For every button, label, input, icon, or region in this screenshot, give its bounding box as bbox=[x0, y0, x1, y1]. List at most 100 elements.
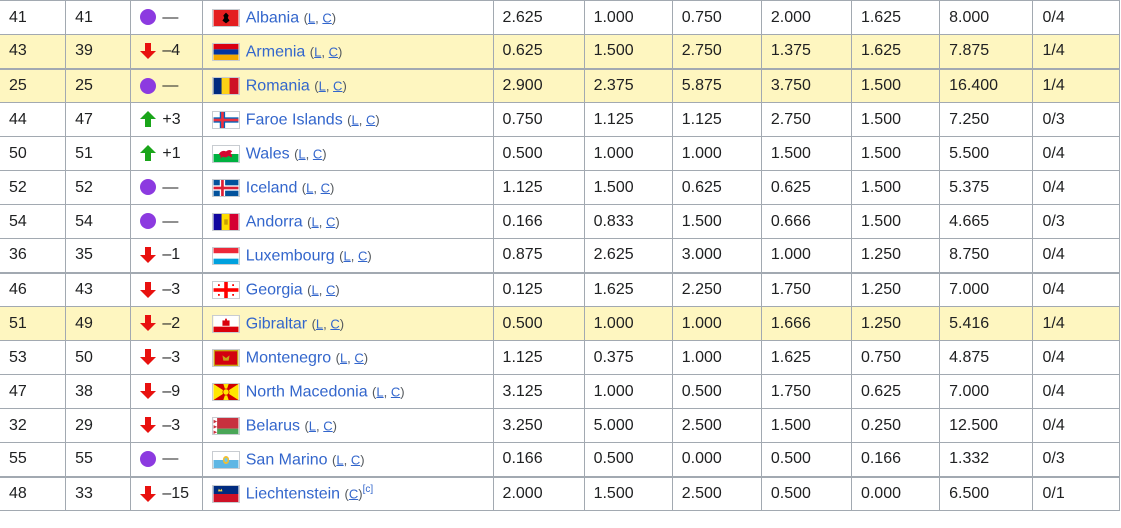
cup-link[interactable]: C bbox=[329, 44, 338, 59]
country-link[interactable]: Georgia bbox=[246, 281, 303, 298]
cup-link[interactable]: C bbox=[323, 418, 332, 433]
cup-link[interactable]: C bbox=[321, 180, 330, 195]
country-link[interactable]: San Marino bbox=[246, 451, 328, 468]
table-row: 41 41 — Albania (L, C) 2.625 1.000 0.750… bbox=[0, 0, 1120, 35]
andorra-flag-icon bbox=[211, 212, 240, 231]
country-link[interactable]: Liechtenstein bbox=[246, 485, 340, 502]
season-score-2: 1.500 bbox=[583, 34, 673, 69]
table-row: 47 38 –9 North Macedonia (L, C) 3.125 1.… bbox=[0, 374, 1120, 409]
season-score-3: 1.000 bbox=[671, 306, 762, 341]
league-link[interactable]: L bbox=[309, 418, 316, 433]
down-arrow-icon bbox=[140, 383, 157, 400]
cup-link[interactable]: C bbox=[351, 452, 360, 467]
country-link[interactable]: Albania bbox=[246, 9, 299, 26]
total-score: 4.665 bbox=[939, 204, 1034, 239]
country-link[interactable]: Romania bbox=[246, 77, 310, 94]
league-cup-paren-close: ) bbox=[342, 78, 347, 94]
rank-change-value: — bbox=[162, 450, 179, 468]
league-cup-paren-close: ) bbox=[375, 112, 380, 128]
country-cell: Belarus (L, C) bbox=[201, 408, 494, 443]
cup-link[interactable]: C bbox=[366, 112, 375, 127]
rank-previous: 25 bbox=[65, 67, 132, 103]
teams-remaining: 0/4 bbox=[1032, 408, 1120, 443]
league-cup-paren-close: ) bbox=[335, 214, 340, 230]
total-score: 7.250 bbox=[939, 102, 1034, 137]
steady-circle-icon bbox=[140, 451, 157, 468]
league-link[interactable]: L bbox=[311, 214, 318, 229]
country-link[interactable]: Iceland bbox=[246, 179, 298, 196]
cup-link[interactable]: C bbox=[391, 384, 400, 399]
rank-change: –3 bbox=[130, 340, 203, 375]
rank-previous: 49 bbox=[65, 306, 132, 341]
season-score-4: 3.750 bbox=[760, 67, 852, 103]
cup-link[interactable]: C bbox=[349, 486, 358, 501]
rank-change: –15 bbox=[130, 475, 203, 511]
country-link[interactable]: Andorra bbox=[246, 213, 303, 230]
rank-change: –4 bbox=[130, 34, 203, 69]
season-score-3: 3.000 bbox=[671, 238, 762, 273]
season-score-4: 0.666 bbox=[760, 204, 852, 239]
season-score-3: 1.000 bbox=[671, 136, 762, 171]
footnote-link[interactable]: [c] bbox=[363, 484, 374, 495]
cup-link[interactable]: C bbox=[330, 316, 339, 331]
table-row: 51 49 –2 Gibraltar (L, C) 0.500 1.000 1.… bbox=[0, 306, 1120, 341]
country-link[interactable]: Wales bbox=[246, 145, 290, 162]
rank-current: 48 bbox=[0, 475, 67, 511]
north-macedonia-flag-icon bbox=[211, 382, 240, 401]
down-arrow-icon bbox=[140, 417, 157, 434]
season-score-2: 1.500 bbox=[583, 475, 673, 511]
league-link[interactable]: L bbox=[344, 248, 351, 263]
season-score-1: 0.750 bbox=[492, 102, 585, 137]
cup-link[interactable]: C bbox=[322, 10, 331, 25]
country-cell: Liechtenstein (C)[c] bbox=[201, 475, 494, 511]
season-score-3: 0.500 bbox=[671, 374, 762, 409]
cup-link[interactable]: C bbox=[313, 146, 322, 161]
cup-link[interactable]: C bbox=[326, 282, 335, 297]
country-link[interactable]: Belarus bbox=[246, 417, 300, 434]
country-cell: Iceland (L, C) bbox=[201, 170, 494, 205]
league-link[interactable]: L bbox=[336, 452, 343, 467]
league-cup-comma: , bbox=[318, 282, 326, 298]
rank-previous: 41 bbox=[65, 0, 132, 35]
teams-remaining: 0/3 bbox=[1032, 442, 1120, 477]
cup-link[interactable]: C bbox=[354, 350, 363, 365]
country-cell: Andorra (L, C) bbox=[201, 204, 494, 239]
country-link[interactable]: Montenegro bbox=[246, 349, 331, 366]
country-cell: Georgia (L, C) bbox=[201, 271, 494, 307]
rank-current: 55 bbox=[0, 442, 67, 477]
league-cup-paren-close: ) bbox=[363, 350, 369, 366]
rank-current: 47 bbox=[0, 374, 67, 409]
season-score-4: 1.666 bbox=[760, 306, 852, 341]
table-row: 25 25 — Romania (L, C) 2.900 2.375 5.875… bbox=[0, 67, 1120, 103]
country-cell: Gibraltar (L, C) bbox=[201, 306, 494, 341]
season-score-5: 0.250 bbox=[850, 408, 941, 443]
cup-link[interactable]: C bbox=[326, 214, 335, 229]
country-link[interactable]: North Macedonia bbox=[246, 383, 368, 400]
league-cup-comma: , bbox=[383, 384, 391, 400]
country-link[interactable]: Luxembourg bbox=[246, 247, 335, 264]
season-score-1: 0.125 bbox=[492, 271, 585, 307]
country-link[interactable]: Gibraltar bbox=[246, 315, 307, 332]
league-link[interactable]: L bbox=[351, 112, 358, 127]
rank-change: –1 bbox=[130, 238, 203, 273]
season-score-3: 2.250 bbox=[671, 271, 762, 307]
season-score-1: 0.625 bbox=[492, 34, 585, 69]
cup-link[interactable]: C bbox=[358, 248, 367, 263]
country-link[interactable]: Faroe Islands bbox=[246, 111, 343, 128]
league-link[interactable]: L bbox=[319, 78, 326, 93]
country-link[interactable]: Armenia bbox=[246, 43, 306, 60]
teams-remaining: 0/4 bbox=[1032, 170, 1120, 205]
total-score: 1.332 bbox=[939, 442, 1034, 477]
league-link[interactable]: L bbox=[311, 282, 318, 297]
season-score-3: 0.625 bbox=[671, 170, 762, 205]
season-score-4: 0.500 bbox=[760, 442, 852, 477]
belarus-flag-icon bbox=[211, 416, 240, 435]
rank-previous: 55 bbox=[65, 442, 132, 477]
league-link[interactable]: L bbox=[298, 146, 305, 161]
season-score-2: 1.500 bbox=[583, 170, 673, 205]
armenia-flag-icon bbox=[211, 42, 240, 61]
iceland-flag-icon bbox=[211, 178, 240, 197]
league-link[interactable]: L bbox=[376, 384, 383, 399]
down-arrow-icon bbox=[140, 315, 157, 332]
season-score-5: 1.500 bbox=[850, 67, 941, 103]
